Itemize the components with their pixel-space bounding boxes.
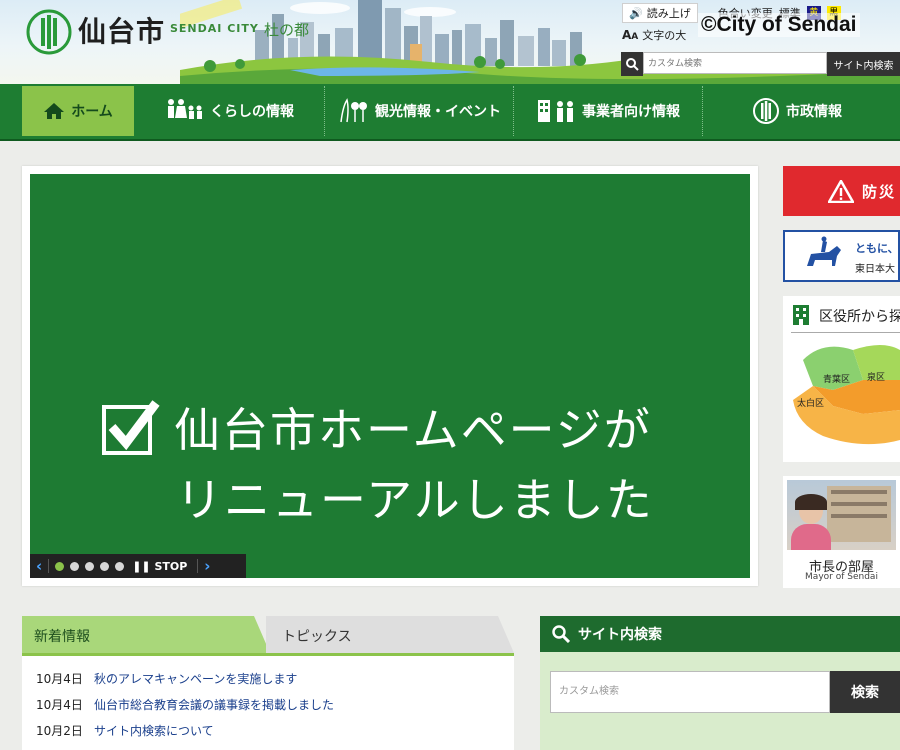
site-search-title: サイト内検索 bbox=[578, 627, 662, 643]
carousel-dot-3[interactable] bbox=[85, 561, 95, 571]
city-emblem-icon bbox=[753, 98, 779, 124]
list-item[interactable]: 10月2日 サイト内検索について bbox=[36, 722, 214, 739]
carousel-controls: ‹ ❚❚ STOP › bbox=[30, 554, 246, 578]
list-item[interactable]: 10月4日 秋のアレマキャンペーンを実施します bbox=[36, 670, 297, 687]
nav-item-home[interactable]: ホーム bbox=[22, 86, 134, 136]
copyright-overlay: ©City of Sendai bbox=[698, 13, 860, 37]
ward-label-miyagino: 泉区 bbox=[867, 371, 885, 383]
divider bbox=[197, 559, 199, 573]
header-search-bar: サイト内検索 bbox=[621, 52, 900, 76]
chevron-left-icon[interactable]: ‹ bbox=[36, 558, 42, 574]
news-date: 10月4日 bbox=[36, 698, 83, 712]
nav-item-business[interactable]: 事業者向け情報 bbox=[514, 86, 703, 136]
mayor-photo bbox=[787, 480, 896, 550]
sendai-city-emblem-icon[interactable] bbox=[26, 9, 72, 55]
recovery-line1: ともに、 bbox=[855, 242, 899, 255]
site-search-panel: カスタム検索 検索 bbox=[540, 652, 900, 750]
divider bbox=[48, 559, 50, 573]
header-search-button[interactable]: サイト内検索 bbox=[827, 52, 900, 76]
nav-item-label: 観光情報・イベント bbox=[375, 104, 501, 120]
home-icon bbox=[44, 103, 65, 119]
site-logo-text[interactable]: 仙台市 bbox=[78, 10, 165, 50]
news-date: 10月2日 bbox=[36, 724, 83, 738]
recovery-line2: 東日本大 bbox=[855, 264, 895, 275]
carousel-dot-4[interactable] bbox=[100, 561, 110, 571]
tab-label: 新着情報 bbox=[34, 629, 90, 645]
news-date: 10月4日 bbox=[36, 672, 83, 686]
disaster-label: 防災 bbox=[862, 182, 897, 201]
carousel-dot-1[interactable] bbox=[55, 561, 65, 571]
ward-label-taihaku: 太白区 bbox=[797, 397, 824, 409]
earthquake-recovery-banner[interactable]: ともに、 東日本大 bbox=[783, 230, 900, 282]
tourism-icon bbox=[340, 98, 367, 123]
business-icon bbox=[538, 100, 573, 122]
site-search-button[interactable]: 検索 bbox=[830, 671, 900, 713]
ward-label-aoba: 青葉区 bbox=[823, 373, 850, 385]
mayor-room-link[interactable]: 市長の部屋 Mayor of Sendai bbox=[783, 476, 900, 588]
slide-headline-line1: 仙台市ホームページが bbox=[102, 394, 652, 460]
mayor-room-subtitle: Mayor of Sendai bbox=[805, 572, 878, 582]
read-aloud-button[interactable]: 🔊 読み上げ bbox=[622, 3, 698, 23]
main-carousel: 仙台市ホームページが リニューアルしました ‹ ❚❚ STOP › bbox=[22, 166, 758, 586]
news-title-link[interactable]: 秋のアレマキャンペーンを実施します bbox=[94, 672, 297, 686]
warning-icon bbox=[828, 179, 854, 203]
read-aloud-label: 読み上げ bbox=[646, 7, 691, 20]
nav-item-label: ホーム bbox=[71, 104, 113, 120]
font-size-control[interactable]: AA 文字の大 bbox=[622, 27, 686, 43]
carousel-stop-button[interactable]: ❚❚ STOP bbox=[132, 560, 187, 573]
search-icon bbox=[621, 52, 643, 76]
ward-office-finder[interactable]: 区役所から探 青葉区 泉区 太白区 bbox=[783, 296, 900, 462]
site-search-header: サイト内検索 bbox=[540, 616, 900, 652]
carousel-slide[interactable]: 仙台市ホームページが リニューアルしました ‹ ❚❚ STOP › bbox=[30, 174, 750, 578]
nav-item-city-admin[interactable]: 市政情報 bbox=[703, 86, 891, 136]
header-search-input[interactable] bbox=[643, 52, 827, 74]
carousel-dot-2[interactable] bbox=[70, 561, 80, 571]
family-icon bbox=[168, 99, 202, 119]
slide-headline-line2: リニューアルしました bbox=[176, 473, 654, 527]
tab-new-info[interactable]: 新着情報 bbox=[22, 616, 270, 653]
site-logo-subtitle: SENDAI CITY bbox=[170, 22, 259, 35]
nav-item-tourism[interactable]: 観光情報・イベント bbox=[325, 86, 514, 136]
site-header: 仙台市 SENDAI CITY 杜の都 🔊 読み上げ 色合い変更 標準 黄 黒 … bbox=[0, 0, 900, 84]
font-size-icon: AA bbox=[622, 28, 639, 42]
chevron-right-icon[interactable]: › bbox=[204, 558, 210, 574]
site-search-input[interactable]: カスタム検索 bbox=[550, 671, 830, 713]
site-logo-tagline: 杜の都 bbox=[264, 21, 310, 39]
tab-label: トピックス bbox=[282, 629, 352, 645]
checkbox-checked-icon bbox=[102, 400, 160, 455]
sendai-ward-map[interactable]: 青葉区 泉区 太白区 bbox=[783, 340, 900, 460]
font-size-label: 文字の大 bbox=[642, 29, 687, 42]
carousel-dot-5[interactable] bbox=[115, 561, 125, 571]
divider bbox=[791, 332, 900, 333]
nav-item-living[interactable]: くらしの情報 bbox=[134, 86, 325, 136]
list-item[interactable]: 10月4日 仙台市総合教育会議の議事録を掲載しました bbox=[36, 696, 334, 713]
nav-item-label: 市政情報 bbox=[786, 104, 842, 120]
horse-rider-icon bbox=[807, 236, 841, 266]
news-title-link[interactable]: サイト内検索について bbox=[94, 724, 214, 738]
global-nav: ホーム くらしの情報 観光情報・イベント 事業者向け情報 市政情報 bbox=[0, 84, 900, 141]
disaster-prevention-banner[interactable]: 防災 bbox=[783, 166, 900, 216]
nav-item-label: 事業者向け情報 bbox=[582, 104, 680, 120]
stop-label: STOP bbox=[154, 559, 188, 573]
tab-topics[interactable]: トピックス bbox=[266, 616, 514, 653]
nav-item-label: くらしの情報 bbox=[210, 104, 294, 120]
news-title-link[interactable]: 仙台市総合教育会議の議事録を掲載しました bbox=[94, 698, 334, 712]
building-icon bbox=[793, 305, 809, 325]
search-icon bbox=[552, 625, 570, 643]
ward-finder-title: 区役所から探 bbox=[819, 309, 900, 325]
speaker-icon: 🔊 bbox=[629, 6, 643, 20]
news-list: 10月4日 秋のアレマキャンペーンを実施します 10月4日 仙台市総合教育会議の議事… bbox=[22, 653, 514, 750]
